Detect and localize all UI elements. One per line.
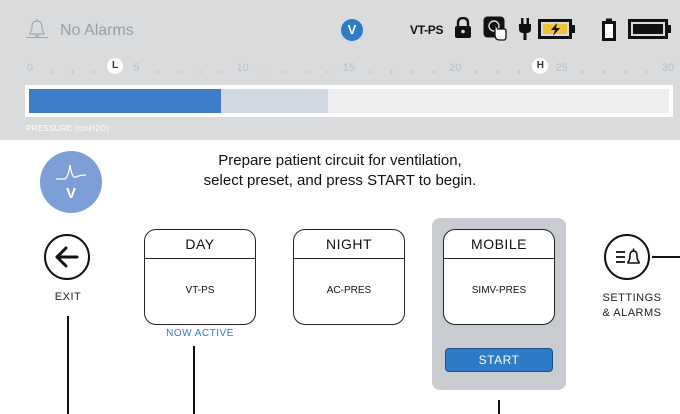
scale-minor-tick — [475, 71, 478, 73]
scale-minor-tick — [582, 71, 584, 73]
scale-minor-tick — [496, 71, 499, 73]
scale-tick-25: 25 — [555, 62, 568, 74]
scale-minor-tick — [284, 71, 287, 73]
preset-night-title: NIGHT — [294, 230, 404, 259]
pressure-scale: 0 5 10 15 20 25 30 L H — [0, 50, 680, 86]
settings-alarms-label: SETTINGS & ALARMS — [592, 291, 672, 321]
pressure-bar — [25, 85, 673, 117]
scale-tick-5: 5 — [133, 62, 140, 74]
plug-icon — [518, 17, 532, 46]
scale-minor-tick — [220, 71, 223, 73]
scale-minor-tick — [645, 71, 648, 73]
pressure-bar-fill — [29, 89, 221, 113]
callout-line — [193, 346, 195, 414]
scale-minor-tick — [326, 71, 329, 73]
scale-minor-tick — [603, 71, 606, 73]
preset-day-mode: VT-PS — [185, 285, 215, 296]
logo-letter: V — [65, 185, 76, 202]
callout-line — [498, 400, 500, 414]
lock-icon[interactable] — [453, 16, 473, 44]
scale-minor-tick — [71, 71, 74, 73]
instructions-line-2: select preset, and press START to begin. — [203, 172, 477, 189]
low-pressure-limit-marker[interactable]: L — [107, 58, 124, 74]
settings-alarms-icon — [616, 248, 640, 264]
scale-tick-10: 10 — [236, 62, 249, 74]
scale-tick-0: 0 — [26, 62, 34, 74]
battery-charging-icon — [538, 19, 576, 44]
battery-internal-icon — [601, 18, 617, 47]
preset-day-title: DAY — [145, 230, 255, 259]
start-button[interactable]: START — [445, 348, 553, 372]
callout-line — [652, 256, 680, 258]
scale-minor-tick — [305, 71, 308, 73]
scale-tick-30: 30 — [661, 62, 675, 74]
pressure-bar-track — [29, 89, 669, 113]
preset-mobile[interactable]: MOBILE SIMV-PRES — [443, 229, 555, 325]
callout-line — [67, 316, 69, 414]
pressure-label: PRESSURE (cmH2O) — [26, 124, 110, 133]
touch-lock-icon[interactable] — [483, 16, 507, 47]
scale-minor-tick — [177, 71, 180, 73]
preset-day[interactable]: DAY VT-PS — [144, 229, 256, 325]
scale-minor-tick — [518, 71, 521, 73]
exit-button[interactable] — [44, 234, 90, 280]
ventilator-logo: V — [40, 151, 102, 213]
preset-night[interactable]: NIGHT AC-PRES — [293, 229, 405, 325]
mode-text: VT-PS — [410, 23, 444, 37]
status-header: No Alarms V VT-PS 0 5 10 15 20 25 30 L H… — [0, 0, 680, 140]
arrow-left-icon — [55, 246, 79, 268]
preset-mobile-mode: SIMV-PRES — [471, 285, 527, 296]
bell-icon[interactable] — [25, 17, 49, 44]
preset-mobile-title: MOBILE — [444, 230, 554, 259]
scale-minor-tick — [411, 71, 414, 73]
pressure-scale-ticks — [50, 71, 648, 73]
scale-minor-tick — [156, 71, 159, 73]
scale-minor-tick — [624, 71, 627, 73]
scale-minor-tick — [369, 71, 372, 73]
scale-minor-tick — [390, 71, 393, 73]
settings-alarms-button[interactable] — [604, 234, 650, 280]
settings-label-line-2: & ALARMS — [602, 307, 662, 319]
scale-minor-tick — [263, 71, 265, 73]
settings-label-line-1: SETTINGS — [602, 292, 662, 304]
preset-night-mode: AC-PRES — [326, 285, 372, 296]
scale-minor-tick — [433, 71, 435, 73]
exit-label: EXIT — [54, 291, 82, 303]
now-active-label: NOW ACTIVE — [166, 328, 234, 339]
alarm-status-text[interactable]: No Alarms — [60, 22, 134, 40]
scale-tick-20: 20 — [449, 62, 462, 74]
scale-minor-tick — [92, 71, 95, 73]
scale-minor-tick — [50, 71, 53, 73]
scale-minor-tick — [199, 71, 202, 73]
scale-tick-15: 15 — [342, 62, 356, 74]
status-row: No Alarms V VT-PS — [0, 0, 680, 50]
ventilation-mode-badge: V — [341, 19, 363, 41]
instructions: Prepare patient circuit for ventilation,… — [160, 151, 520, 191]
battery-full-icon — [628, 19, 672, 44]
instructions-line-1: Prepare patient circuit for ventilation, — [218, 152, 462, 169]
